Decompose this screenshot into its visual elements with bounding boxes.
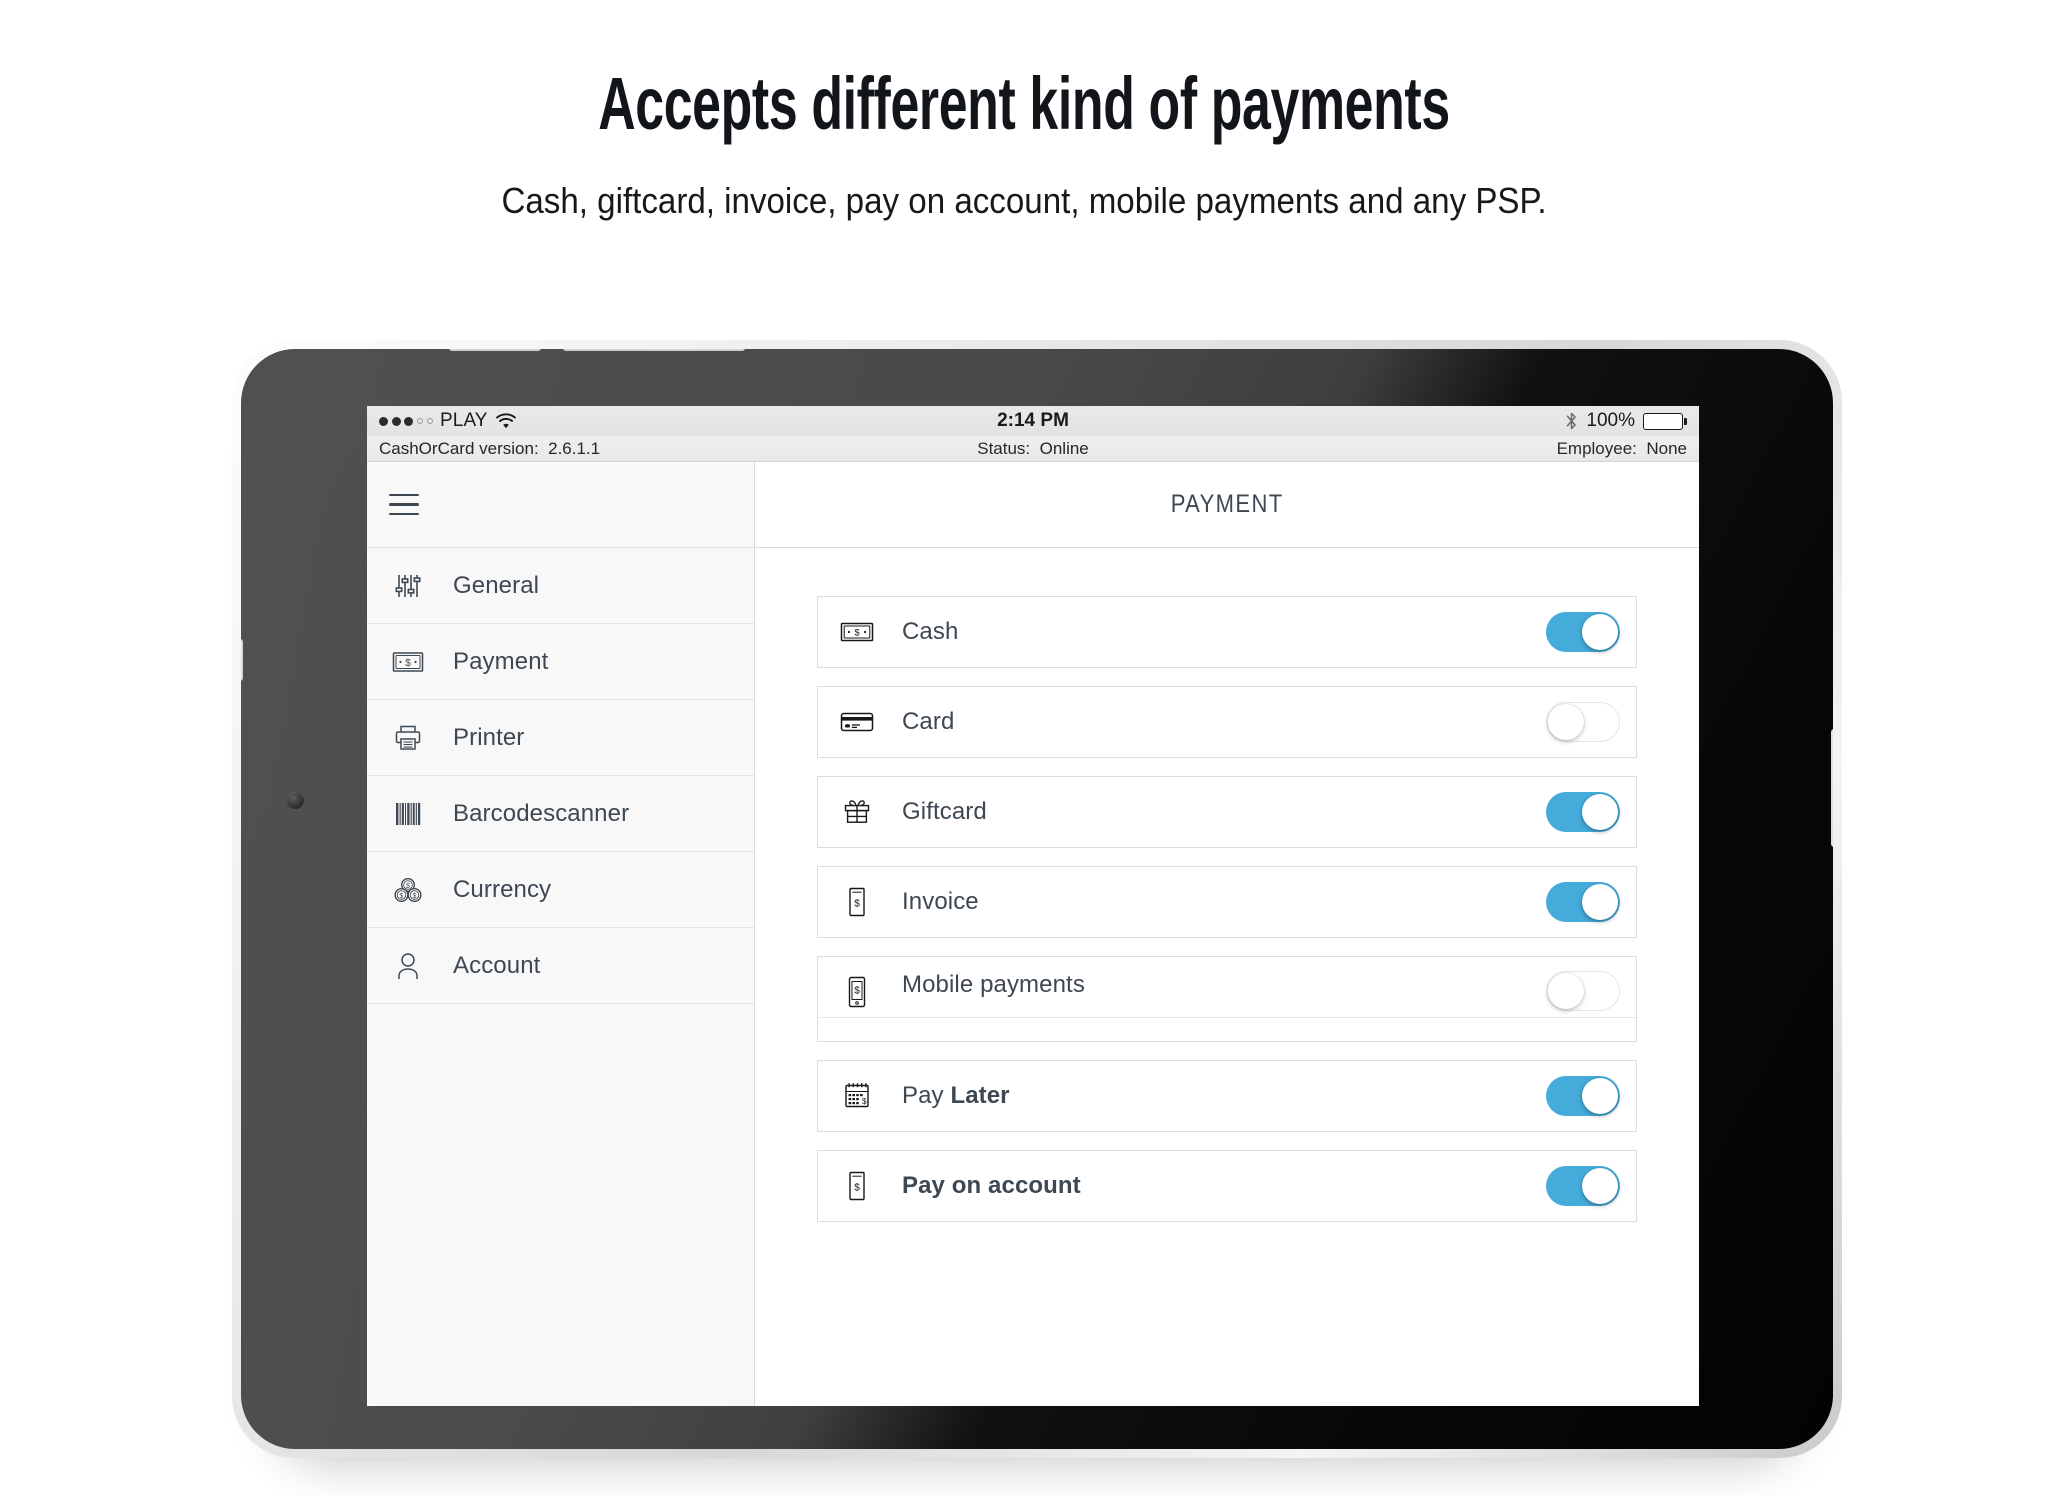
sidebar-item-general[interactable]: General	[367, 548, 754, 624]
sidebar-empty-area	[367, 1004, 754, 1406]
status-bar-time: 2:14 PM	[997, 410, 1069, 431]
payment-label: Invoice	[902, 888, 979, 915]
invoice-icon: $	[836, 881, 878, 923]
status-label: Status:	[977, 438, 1031, 458]
signal-strength-icon	[379, 416, 433, 426]
sidebar-item-account[interactable]: Account	[367, 928, 754, 1004]
tablet-bezel: PLAY 2:14 PM 100% CashOrCard version: 2.…	[241, 349, 1833, 1449]
payment-toggle-pay-later[interactable]	[1546, 1076, 1620, 1116]
payment-methods-list: $ Cash Card Giftcard $ Invoice $ Mobile …	[755, 548, 1699, 1222]
payment-toggle-cash[interactable]	[1546, 612, 1620, 652]
coins-icon: $ $ $	[385, 870, 431, 910]
payment-toggle-mobile-payments[interactable]	[1546, 971, 1620, 1011]
payment-toggle-pay-on-account[interactable]	[1546, 1166, 1620, 1206]
svg-text:$: $	[854, 628, 860, 639]
svg-text:$: $	[854, 1183, 860, 1194]
svg-text:$: $	[400, 893, 404, 900]
sidebar-item-payment[interactable]: $ Payment	[367, 624, 754, 700]
tablet-screen: PLAY 2:14 PM 100% CashOrCard version: 2.…	[367, 406, 1699, 1406]
payment-toggle-giftcard[interactable]	[1546, 792, 1620, 832]
payment-row-card[interactable]: Card	[817, 686, 1637, 758]
page-title: Accepts different kind of payments	[598, 62, 1450, 145]
payment-label: Pay on account	[902, 1172, 1081, 1200]
payment-row-invoice[interactable]: $ Invoice	[817, 866, 1637, 938]
volume-up-button[interactable]	[449, 349, 541, 351]
printer-icon	[385, 718, 431, 758]
svg-text:$: $	[862, 1096, 867, 1106]
payment-row-cash[interactable]: $ Cash	[817, 596, 1637, 668]
svg-text:$: $	[405, 658, 411, 669]
sidebar-item-printer[interactable]: Printer	[367, 700, 754, 776]
invoice-icon: $	[836, 1165, 878, 1207]
ios-status-bar: PLAY 2:14 PM 100%	[367, 406, 1699, 436]
bluetooth-icon	[1565, 411, 1578, 431]
svg-text:$: $	[413, 893, 417, 900]
payment-row-mobile-payments[interactable]: $ Mobile payments	[817, 956, 1637, 1042]
content-panel: PAYMENT $ Cash Card Giftcard $ Invoice $…	[755, 462, 1699, 1406]
sidebar: General $ Payment Printer Barcodescanner…	[367, 462, 755, 1406]
payment-label: Cash	[902, 618, 959, 645]
tablet-outer-frame: PLAY 2:14 PM 100% CashOrCard version: 2.…	[232, 340, 1842, 1458]
sidebar-item-label: Barcodescanner	[453, 799, 630, 827]
status-value: Online	[1039, 438, 1089, 458]
sidebar-item-label: Account	[453, 951, 541, 979]
payment-toggle-card[interactable]	[1546, 702, 1620, 742]
payment-row-pay-later[interactable]: $ Pay Later	[817, 1060, 1637, 1132]
payment-label: Card	[902, 708, 955, 735]
page-subtitle: Cash, giftcard, invoice, pay on account,…	[501, 180, 1547, 221]
hamburger-menu-icon[interactable]	[389, 493, 419, 516]
app-body: General $ Payment Printer Barcodescanner…	[367, 462, 1699, 1406]
status-bar-left: PLAY	[379, 410, 517, 432]
sidebar-item-label: Payment	[453, 647, 549, 675]
carrier-label: PLAY	[440, 410, 488, 431]
person-icon	[385, 946, 431, 986]
payment-label-suffix: Later	[950, 1082, 1010, 1109]
gift-icon	[836, 791, 878, 833]
promo-header: Accepts different kind of payments Cash,…	[0, 0, 2048, 224]
power-button[interactable]	[1831, 729, 1833, 847]
mute-switch-button[interactable]	[241, 639, 243, 681]
svg-text:$: $	[854, 985, 860, 996]
camera-sensor-icon	[287, 792, 304, 809]
payment-label: Mobile payments	[902, 971, 1085, 998]
connection-status: Status: Online	[367, 439, 1699, 459]
calendar-pay-icon: $	[836, 1075, 878, 1117]
content-title: PAYMENT	[1170, 490, 1284, 518]
svg-text:$: $	[406, 883, 410, 890]
sidebar-item-label: General	[453, 571, 540, 599]
battery-percent-label: 100%	[1586, 410, 1635, 431]
sidebar-header	[367, 462, 754, 548]
app-info-bar: CashOrCard version: 2.6.1.1 Status: Onli…	[367, 436, 1699, 462]
payment-toggle-invoice[interactable]	[1546, 882, 1620, 922]
battery-full-icon	[1643, 412, 1687, 430]
credit-card-icon	[836, 701, 878, 743]
sidebar-item-label: Currency	[453, 875, 552, 903]
mobile-pay-icon: $	[836, 971, 878, 1013]
payment-label-text: Pay on account	[902, 1172, 1081, 1199]
barcode-icon	[385, 794, 431, 834]
sliders-icon	[385, 566, 431, 606]
payment-label: Pay Later	[902, 1082, 1010, 1110]
payment-label-prefix: Pay	[902, 1082, 951, 1109]
volume-down-button[interactable]	[563, 349, 745, 351]
tablet-device: PLAY 2:14 PM 100% CashOrCard version: 2.…	[232, 340, 1842, 1458]
banknote-icon: $	[385, 642, 431, 682]
sidebar-item-currency[interactable]: $ $ $ Currency	[367, 852, 754, 928]
svg-text:$: $	[854, 899, 860, 910]
banknote-icon: $	[836, 611, 878, 653]
payment-row-pay-on-account[interactable]: $ Pay on account	[817, 1150, 1637, 1222]
wifi-icon	[495, 412, 517, 430]
sidebar-item-barcodescanner[interactable]: Barcodescanner	[367, 776, 754, 852]
content-header: PAYMENT	[755, 462, 1699, 548]
status-bar-right: 100%	[1565, 410, 1687, 432]
payment-label: Giftcard	[902, 798, 987, 825]
payment-row-giftcard[interactable]: Giftcard	[817, 776, 1637, 848]
sidebar-item-label: Printer	[453, 723, 525, 751]
